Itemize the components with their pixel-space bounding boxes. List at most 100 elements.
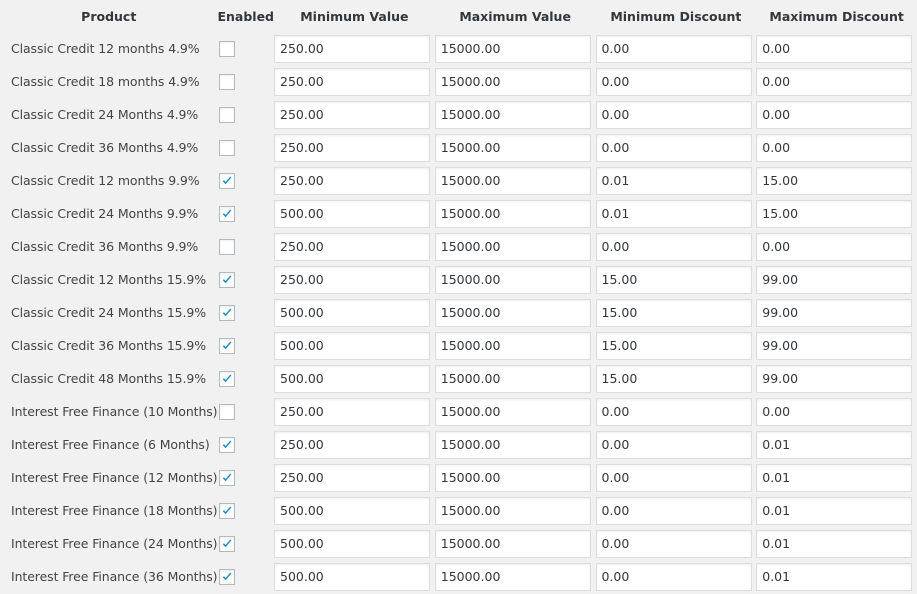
maximum-discount-input[interactable] <box>756 529 913 558</box>
maximum-discount-input[interactable] <box>756 34 913 63</box>
minimum-value-cell <box>274 362 435 395</box>
minimum-value-input[interactable] <box>274 496 430 525</box>
enabled-checkbox[interactable] <box>219 337 236 354</box>
finance-products-table: Product Enabled Minimum Value Maximum Va… <box>0 0 917 593</box>
maximum-value-input[interactable] <box>434 133 591 162</box>
minimum-discount-input[interactable] <box>595 430 752 459</box>
maximum-discount-input[interactable] <box>756 397 913 426</box>
minimum-discount-input[interactable] <box>595 562 752 591</box>
maximum-value-input[interactable] <box>434 199 591 228</box>
maximum-discount-input[interactable] <box>756 232 913 261</box>
maximum-discount-input[interactable] <box>756 199 913 228</box>
product-name: Classic Credit 18 months 4.9% <box>11 74 200 89</box>
enabled-checkbox[interactable] <box>219 535 236 552</box>
maximum-value-input[interactable] <box>434 331 591 360</box>
minimum-value-input[interactable] <box>274 232 430 261</box>
maximum-discount-input[interactable] <box>756 463 913 492</box>
enabled-checkbox[interactable] <box>219 106 236 123</box>
maximum-discount-input[interactable] <box>756 496 913 525</box>
minimum-discount-input[interactable] <box>595 199 752 228</box>
table-row: Classic Credit 12 Months 15.9% <box>0 263 917 296</box>
enabled-checkbox[interactable] <box>219 403 236 420</box>
enabled-checkbox[interactable] <box>219 304 236 321</box>
minimum-discount-input[interactable] <box>595 265 752 294</box>
maximum-discount-input[interactable] <box>756 364 913 393</box>
table-row: Classic Credit 18 months 4.9% <box>0 65 917 98</box>
table-row: Interest Free Finance (24 Months) <box>0 527 917 560</box>
minimum-value-cell <box>274 32 435 65</box>
maximum-value-input[interactable] <box>434 232 591 261</box>
maximum-value-input[interactable] <box>434 67 591 96</box>
minimum-discount-input[interactable] <box>595 463 752 492</box>
table-row: Interest Free Finance (12 Months) <box>0 461 917 494</box>
minimum-value-input[interactable] <box>274 397 430 426</box>
enabled-checkbox[interactable] <box>219 139 236 156</box>
minimum-value-input[interactable] <box>274 34 430 63</box>
maximum-value-input[interactable] <box>434 166 591 195</box>
minimum-discount-input[interactable] <box>595 232 752 261</box>
maximum-value-input[interactable] <box>434 562 591 591</box>
minimum-discount-input[interactable] <box>595 529 752 558</box>
minimum-discount-input[interactable] <box>595 34 752 63</box>
enabled-checkbox[interactable] <box>219 238 236 255</box>
minimum-value-input[interactable] <box>274 67 430 96</box>
minimum-value-input[interactable] <box>274 463 430 492</box>
enabled-checkbox[interactable] <box>219 436 236 453</box>
minimum-value-cell <box>274 230 435 263</box>
enabled-checkbox[interactable] <box>219 40 236 57</box>
minimum-discount-input[interactable] <box>595 67 752 96</box>
enabled-checkbox[interactable] <box>219 568 236 585</box>
enabled-checkbox[interactable] <box>219 205 236 222</box>
maximum-value-input[interactable] <box>434 100 591 129</box>
minimum-value-input[interactable] <box>274 562 430 591</box>
minimum-discount-input[interactable] <box>595 166 752 195</box>
maximum-value-input[interactable] <box>434 265 591 294</box>
minimum-value-input[interactable] <box>274 265 430 294</box>
maximum-discount-input[interactable] <box>756 67 913 96</box>
minimum-discount-input[interactable] <box>595 100 752 129</box>
maximum-value-input[interactable] <box>434 364 591 393</box>
maximum-value-cell <box>434 362 596 395</box>
checkmark-icon <box>223 440 232 448</box>
minimum-discount-input[interactable] <box>595 133 752 162</box>
maximum-value-input[interactable] <box>434 496 591 525</box>
maximum-value-input[interactable] <box>434 397 591 426</box>
minimum-value-input[interactable] <box>274 430 430 459</box>
enabled-cell <box>217 131 274 164</box>
enabled-checkbox[interactable] <box>219 469 236 486</box>
maximum-value-input[interactable] <box>434 463 591 492</box>
maximum-value-input[interactable] <box>434 298 591 327</box>
enabled-checkbox[interactable] <box>219 502 236 519</box>
minimum-value-input[interactable] <box>274 364 430 393</box>
minimum-discount-input[interactable] <box>595 364 752 393</box>
maximum-discount-input[interactable] <box>756 298 913 327</box>
maximum-discount-input[interactable] <box>756 166 913 195</box>
enabled-checkbox[interactable] <box>219 271 236 288</box>
enabled-cell <box>217 362 274 395</box>
maximum-discount-input[interactable] <box>756 265 913 294</box>
maximum-value-input[interactable] <box>434 430 591 459</box>
enabled-checkbox[interactable] <box>219 73 236 90</box>
maximum-discount-input[interactable] <box>756 133 913 162</box>
enabled-checkbox[interactable] <box>219 370 236 387</box>
minimum-value-input[interactable] <box>274 100 430 129</box>
maximum-value-input[interactable] <box>434 529 591 558</box>
minimum-value-input[interactable] <box>274 529 430 558</box>
product-name: Classic Credit 12 Months 15.9% <box>11 272 207 287</box>
minimum-discount-input[interactable] <box>595 331 752 360</box>
minimum-discount-cell <box>595 461 757 494</box>
minimum-value-input[interactable] <box>274 298 430 327</box>
minimum-discount-input[interactable] <box>595 298 752 327</box>
enabled-checkbox[interactable] <box>219 172 236 189</box>
minimum-discount-input[interactable] <box>595 496 752 525</box>
maximum-discount-input[interactable] <box>756 331 913 360</box>
maximum-value-input[interactable] <box>434 34 591 63</box>
minimum-value-input[interactable] <box>274 331 430 360</box>
maximum-discount-input[interactable] <box>756 430 913 459</box>
maximum-discount-input[interactable] <box>756 100 913 129</box>
minimum-value-input[interactable] <box>274 133 430 162</box>
maximum-discount-input[interactable] <box>756 562 913 591</box>
minimum-value-input[interactable] <box>274 166 430 195</box>
minimum-discount-input[interactable] <box>595 397 752 426</box>
minimum-value-input[interactable] <box>274 199 430 228</box>
